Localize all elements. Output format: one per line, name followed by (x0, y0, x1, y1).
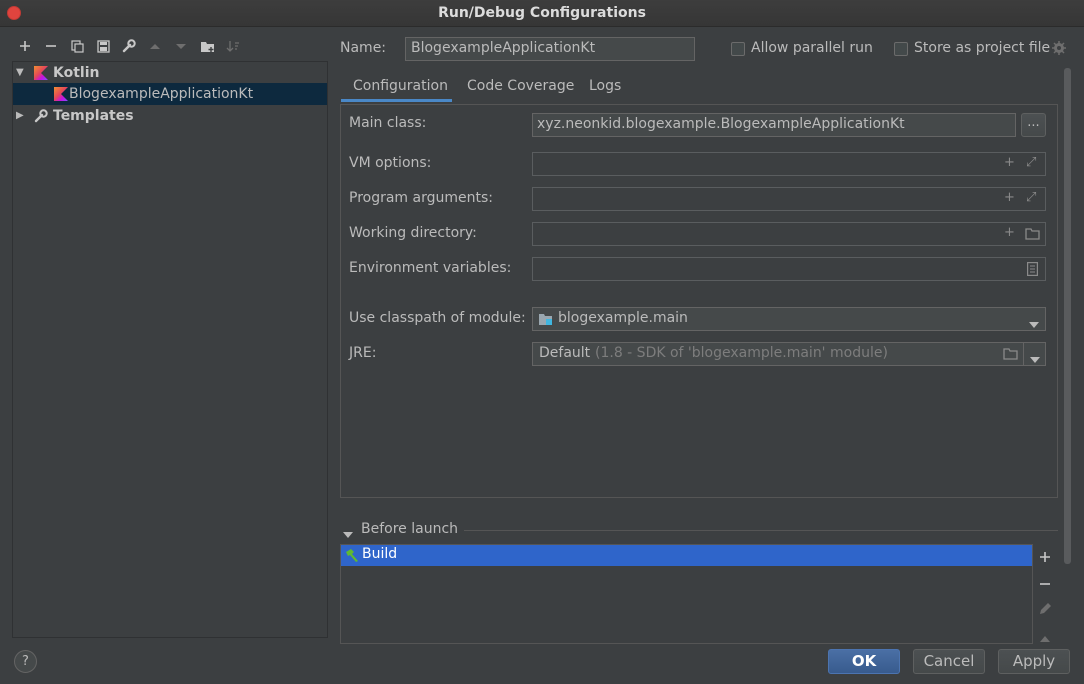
env-vars-input[interactable] (532, 257, 1046, 281)
hammer-icon (344, 548, 359, 567)
name-label: Name: (340, 40, 387, 56)
minus-icon[interactable] (1039, 578, 1051, 594)
before-launch-item-build: Build (362, 546, 398, 562)
expand-icon[interactable]: ⤢ (1026, 190, 1036, 205)
scrollbar-thumb[interactable] (1064, 68, 1071, 564)
browse-main-class-button[interactable]: ... (1021, 113, 1046, 137)
chevron-down-icon (1029, 316, 1039, 332)
tree-node-kotlin[interactable]: ▼ Kotlin (13, 62, 327, 84)
before-launch-label[interactable]: Before launch (361, 521, 458, 537)
kotlin-run-config-icon (54, 87, 68, 101)
tab-code-coverage[interactable]: Code Coverage (455, 70, 586, 102)
expand-icon[interactable]: ⤢ (1026, 155, 1036, 170)
pencil-icon[interactable] (1038, 602, 1052, 620)
list-item[interactable]: Build (341, 545, 1032, 566)
vm-options-label: VM options: (349, 155, 432, 171)
module-folder-icon (539, 313, 553, 330)
help-button[interactable]: ? (14, 650, 37, 673)
main-class-label: Main class: (349, 115, 427, 131)
active-tab-indicator (341, 99, 452, 102)
ok-button[interactable]: OK (828, 649, 900, 674)
window-title: Run/Debug Configurations (438, 5, 646, 21)
chevron-down-icon (1030, 351, 1040, 367)
cancel-button[interactable]: Cancel (913, 649, 985, 674)
folder-icon[interactable] (1003, 348, 1018, 364)
env-vars-label: Environment variables: (349, 260, 512, 276)
apply-button[interactable]: Apply (998, 649, 1070, 674)
arrow-up-icon[interactable] (145, 36, 165, 56)
plus-icon[interactable]: + (1004, 225, 1015, 240)
main-class-value: xyz.neonkid.blogexample.BlogexampleAppli… (537, 116, 905, 132)
tree-label-templates: Templates (53, 108, 134, 124)
jre-input[interactable]: Default (1.8 - SDK of 'blogexample.main'… (532, 342, 1024, 366)
wrench-icon (34, 108, 48, 130)
jre-value: Default (539, 345, 591, 361)
working-dir-input[interactable]: + (532, 222, 1046, 246)
folder-add-icon[interactable] (197, 36, 217, 56)
jre-dropdown-button[interactable] (1023, 342, 1046, 366)
classpath-module-select[interactable]: blogexample.main (532, 307, 1046, 331)
program-args-label: Program arguments: (349, 190, 493, 206)
tab-configuration[interactable]: Configuration (341, 70, 460, 102)
store-project-label[interactable]: Store as project file (914, 40, 1050, 56)
configurations-tree[interactable]: ▼ Kotlin BlogexampleApplicationKt ▶ Temp… (12, 61, 328, 638)
collapse-arrow-icon[interactable]: ▶ (16, 105, 24, 127)
store-project-checkbox[interactable] (894, 42, 908, 56)
classpath-label: Use classpath of module: (349, 310, 526, 326)
folder-icon[interactable] (1025, 228, 1040, 244)
arrow-down-icon[interactable] (171, 36, 191, 56)
classpath-value: blogexample.main (558, 310, 688, 326)
minus-icon[interactable] (41, 36, 61, 56)
document-icon[interactable] (1027, 262, 1039, 280)
tree-node-templates[interactable]: ▶ Templates (13, 105, 327, 127)
copy-icon[interactable] (67, 36, 87, 56)
arrow-up-icon[interactable] (1040, 630, 1050, 646)
wrench-icon[interactable] (119, 36, 139, 56)
save-icon[interactable] (93, 36, 113, 56)
plus-icon[interactable] (15, 36, 35, 56)
name-input[interactable]: BlogexampleApplicationKt (405, 37, 695, 61)
jre-hint: (1.8 - SDK of 'blogexample.main' module) (595, 345, 888, 361)
jre-label: JRE: (349, 345, 377, 361)
expand-arrow-icon[interactable]: ▼ (16, 62, 24, 84)
working-dir-label: Working directory: (349, 225, 477, 241)
tab-logs[interactable]: Logs (577, 70, 633, 102)
plus-icon[interactable] (1039, 551, 1051, 567)
allow-parallel-label[interactable]: Allow parallel run (751, 40, 873, 56)
vm-options-input[interactable]: + ⤢ (532, 152, 1046, 176)
allow-parallel-checkbox[interactable] (731, 42, 745, 56)
section-divider (464, 530, 1058, 531)
kotlin-icon (34, 66, 48, 80)
tree-node-blogexample[interactable]: BlogexampleApplicationKt (13, 83, 327, 105)
program-args-input[interactable]: + ⤢ (532, 187, 1046, 211)
name-input-value: BlogexampleApplicationKt (411, 40, 596, 56)
main-class-input[interactable]: xyz.neonkid.blogexample.BlogexampleAppli… (532, 113, 1016, 137)
sort-icon[interactable] (223, 36, 243, 56)
tree-label-kotlin: Kotlin (53, 65, 100, 81)
tree-label-config: BlogexampleApplicationKt (69, 86, 254, 102)
plus-icon[interactable]: + (1004, 190, 1015, 205)
plus-icon[interactable]: + (1004, 155, 1015, 170)
collapse-arrow-icon[interactable] (343, 527, 353, 543)
gear-icon[interactable] (1052, 41, 1066, 59)
